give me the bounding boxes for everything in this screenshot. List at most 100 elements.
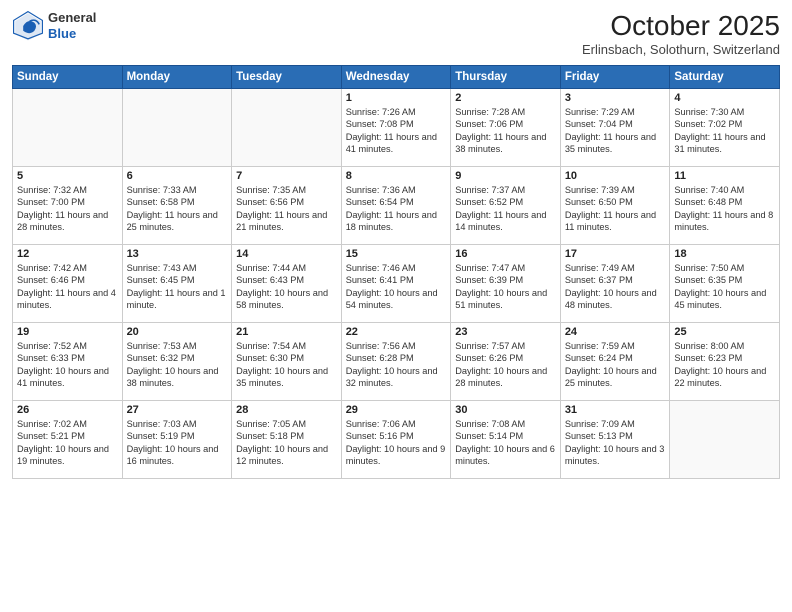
calendar: Sunday Monday Tuesday Wednesday Thursday… <box>12 65 780 479</box>
day-number: 29 <box>346 404 447 416</box>
day-details: Sunrise: 7:30 AM Sunset: 7:02 PM Dayligh… <box>674 106 775 156</box>
table-row: 1Sunrise: 7:26 AM Sunset: 7:08 PM Daylig… <box>341 89 451 167</box>
day-details: Sunrise: 7:43 AM Sunset: 6:45 PM Dayligh… <box>127 262 228 312</box>
day-details: Sunrise: 7:44 AM Sunset: 6:43 PM Dayligh… <box>236 262 337 312</box>
day-number: 22 <box>346 326 447 338</box>
day-number: 26 <box>17 404 118 416</box>
col-thursday: Thursday <box>451 66 561 89</box>
col-friday: Friday <box>560 66 670 89</box>
table-row: 4 Sunrise: 7:30 AM Sunset: 7:02 PM Daylig… <box>670 89 780 167</box>
day-number: 23 <box>455 326 556 338</box>
table-row: 21 Sunrise: 7:54 AM Sunset: 6:30 PM Dayli… <box>232 323 342 401</box>
day-number: 31 <box>565 404 666 416</box>
day-number: 20 <box>127 326 228 338</box>
day-details: Sunrise: 7:56 AM Sunset: 6:28 PM Dayligh… <box>346 340 447 390</box>
day-number: 30 <box>455 404 556 416</box>
day-details: Sunrise: 7:29 AM Sunset: 7:04 PM Dayligh… <box>565 106 666 156</box>
table-row: 19Sunrise: 7:52 AM Sunset: 6:33 PM Dayli… <box>13 323 123 401</box>
day-number: 10 <box>565 170 666 182</box>
col-saturday: Saturday <box>670 66 780 89</box>
calendar-week-row: 5 Sunrise: 7:32 AM Sunset: 7:00 PM Daylig… <box>13 167 780 245</box>
title-block: October 2025 Erlinsbach, Solothurn, Swit… <box>582 10 780 57</box>
table-row: 9Sunrise: 7:37 AM Sunset: 6:52 PM Daylig… <box>451 167 561 245</box>
table-row <box>670 401 780 479</box>
logo-general: General <box>48 10 96 25</box>
day-details: Sunrise: 8:00 AM Sunset: 6:23 PM Dayligh… <box>674 340 775 390</box>
day-details: Sunrise: 7:53 AM Sunset: 6:32 PM Dayligh… <box>127 340 228 390</box>
day-details: Sunrise: 7:52 AM Sunset: 6:33 PM Dayligh… <box>17 340 118 390</box>
day-number: 25 <box>674 326 775 338</box>
day-details: Sunrise: 7:49 AM Sunset: 6:37 PM Dayligh… <box>565 262 666 312</box>
calendar-week-row: 12 Sunrise: 7:42 AM Sunset: 6:46 PM Dayli… <box>13 245 780 323</box>
day-number: 3 <box>565 92 666 104</box>
day-number: 17 <box>565 248 666 260</box>
table-row: 29Sunrise: 7:06 AM Sunset: 5:16 PM Dayli… <box>341 401 451 479</box>
table-row: 18 Sunrise: 7:50 AM Sunset: 6:35 PM Dayli… <box>670 245 780 323</box>
col-wednesday: Wednesday <box>341 66 451 89</box>
day-number: 11 <box>674 170 775 182</box>
table-row: 17 Sunrise: 7:49 AM Sunset: 6:37 PM Dayli… <box>560 245 670 323</box>
table-row: 12 Sunrise: 7:42 AM Sunset: 6:46 PM Dayli… <box>13 245 123 323</box>
day-number: 8 <box>346 170 447 182</box>
table-row: 27Sunrise: 7:03 AM Sunset: 5:19 PM Dayli… <box>122 401 232 479</box>
table-row: 23 Sunrise: 7:57 AM Sunset: 6:26 PM Dayli… <box>451 323 561 401</box>
table-row <box>232 89 342 167</box>
day-number: 15 <box>346 248 447 260</box>
day-details: Sunrise: 7:08 AM Sunset: 5:14 PM Dayligh… <box>455 418 556 468</box>
table-row: 2 Sunrise: 7:28 AM Sunset: 7:06 PM Daylig… <box>451 89 561 167</box>
table-row: 13 Sunrise: 7:43 AM Sunset: 6:45 PM Dayli… <box>122 245 232 323</box>
day-details: Sunrise: 7:39 AM Sunset: 6:50 PM Dayligh… <box>565 184 666 234</box>
day-number: 9 <box>455 170 556 182</box>
day-number: 21 <box>236 326 337 338</box>
day-number: 13 <box>127 248 228 260</box>
day-details: Sunrise: 7:36 AM Sunset: 6:54 PM Dayligh… <box>346 184 447 234</box>
table-row: 24Sunrise: 7:59 AM Sunset: 6:24 PM Dayli… <box>560 323 670 401</box>
col-tuesday: Tuesday <box>232 66 342 89</box>
table-row: 7Sunrise: 7:35 AM Sunset: 6:56 PM Daylig… <box>232 167 342 245</box>
table-row: 26Sunrise: 7:02 AM Sunset: 5:21 PM Dayli… <box>13 401 123 479</box>
day-details: Sunrise: 7:54 AM Sunset: 6:30 PM Dayligh… <box>236 340 337 390</box>
day-details: Sunrise: 7:32 AM Sunset: 7:00 PM Dayligh… <box>17 184 118 234</box>
table-row: 22 Sunrise: 7:56 AM Sunset: 6:28 PM Dayli… <box>341 323 451 401</box>
day-number: 18 <box>674 248 775 260</box>
day-details: Sunrise: 7:35 AM Sunset: 6:56 PM Dayligh… <box>236 184 337 234</box>
day-number: 27 <box>127 404 228 416</box>
day-number: 12 <box>17 248 118 260</box>
day-number: 16 <box>455 248 556 260</box>
page-header: General Blue October 2025 Erlinsbach, So… <box>12 10 780 57</box>
col-sunday: Sunday <box>13 66 123 89</box>
table-row: 15 Sunrise: 7:46 AM Sunset: 6:41 PM Dayli… <box>341 245 451 323</box>
table-row <box>122 89 232 167</box>
table-row: 30 Sunrise: 7:08 AM Sunset: 5:14 PM Dayli… <box>451 401 561 479</box>
day-details: Sunrise: 7:42 AM Sunset: 6:46 PM Dayligh… <box>17 262 118 312</box>
table-row: 5 Sunrise: 7:32 AM Sunset: 7:00 PM Daylig… <box>13 167 123 245</box>
calendar-header-row: Sunday Monday Tuesday Wednesday Thursday… <box>13 66 780 89</box>
day-number: 2 <box>455 92 556 104</box>
table-row <box>13 89 123 167</box>
day-details: Sunrise: 7:09 AM Sunset: 5:13 PM Dayligh… <box>565 418 666 468</box>
logo-text: General Blue <box>48 10 96 41</box>
day-number: 4 <box>674 92 775 104</box>
table-row: 6Sunrise: 7:33 AM Sunset: 6:58 PM Daylig… <box>122 167 232 245</box>
day-details: Sunrise: 7:05 AM Sunset: 5:18 PM Dayligh… <box>236 418 337 468</box>
table-row: 16 Sunrise: 7:47 AM Sunset: 6:39 PM Dayli… <box>451 245 561 323</box>
table-row: 14 Sunrise: 7:44 AM Sunset: 6:43 PM Dayli… <box>232 245 342 323</box>
table-row: 8 Sunrise: 7:36 AM Sunset: 6:54 PM Daylig… <box>341 167 451 245</box>
day-details: Sunrise: 7:50 AM Sunset: 6:35 PM Dayligh… <box>674 262 775 312</box>
location: Erlinsbach, Solothurn, Switzerland <box>582 42 780 57</box>
day-details: Sunrise: 7:47 AM Sunset: 6:39 PM Dayligh… <box>455 262 556 312</box>
day-details: Sunrise: 7:28 AM Sunset: 7:06 PM Dayligh… <box>455 106 556 156</box>
day-number: 28 <box>236 404 337 416</box>
day-details: Sunrise: 7:46 AM Sunset: 6:41 PM Dayligh… <box>346 262 447 312</box>
table-row: 28 Sunrise: 7:05 AM Sunset: 5:18 PM Dayli… <box>232 401 342 479</box>
table-row: 25 Sunrise: 8:00 AM Sunset: 6:23 PM Dayli… <box>670 323 780 401</box>
day-number: 5 <box>17 170 118 182</box>
day-details: Sunrise: 7:57 AM Sunset: 6:26 PM Dayligh… <box>455 340 556 390</box>
day-details: Sunrise: 7:33 AM Sunset: 6:58 PM Dayligh… <box>127 184 228 234</box>
col-monday: Monday <box>122 66 232 89</box>
logo: General Blue <box>12 10 96 42</box>
table-row: 10 Sunrise: 7:39 AM Sunset: 6:50 PM Dayli… <box>560 167 670 245</box>
month-title: October 2025 <box>582 10 780 42</box>
day-details: Sunrise: 7:59 AM Sunset: 6:24 PM Dayligh… <box>565 340 666 390</box>
day-number: 14 <box>236 248 337 260</box>
